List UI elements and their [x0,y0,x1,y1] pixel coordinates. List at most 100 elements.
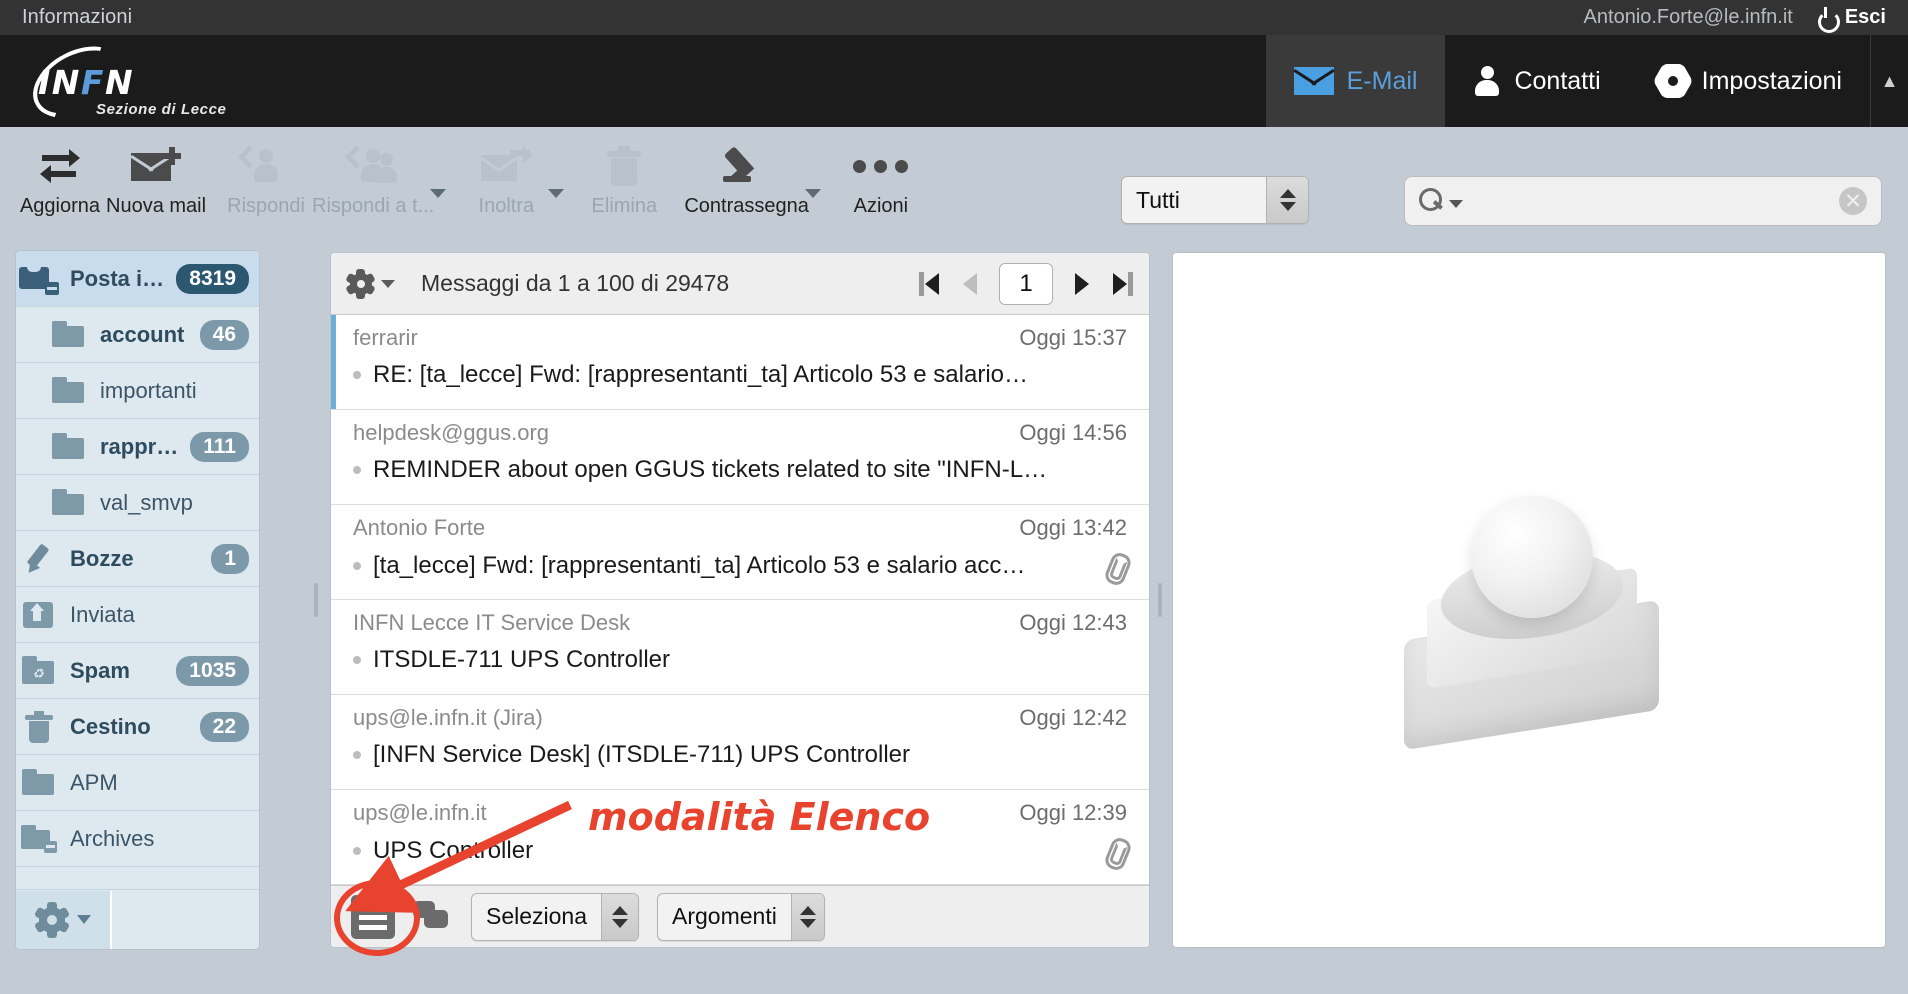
tab-email[interactable]: E-Mail [1265,35,1446,127]
mark-button[interactable]: Contrassegna [684,133,809,219]
reply-all-caret-icon[interactable] [430,189,447,198]
message-sender: ups@le.infn.it [353,800,487,825]
message-meta: Antonio Forte Oggi 13:42 [353,515,1127,541]
last-page-button[interactable] [1111,271,1133,296]
folder-badge: 1 [211,543,249,574]
folder-badge: 1035 [176,655,249,686]
message-list: Messaggi da 1 a 100 di 29478 ferrarir Og… [330,252,1150,948]
chevron-up-icon[interactable]: ▲ [1870,35,1908,127]
message-subject: [INFN Service Desk] (ITSDLE-711) UPS Con… [373,741,911,768]
sidebar-splitter[interactable] [308,560,324,640]
message-list-header: Messaggi da 1 a 100 di 29478 [331,253,1149,315]
message-preview-pane[interactable] [1172,252,1886,948]
filter-select-value: Tutti [1136,186,1180,213]
folder-label: APM [70,769,118,795]
actions-label: Azioni [853,194,909,217]
message-subject-line: RE: [ta_lecce] Fwd: [rappresentanti_ta] … [353,361,1127,389]
logout-button[interactable]: Esci [1817,6,1886,33]
table-row[interactable]: ups@le.infn.it (Jira) Oggi 12:42 [INFN S… [331,695,1149,790]
info-link[interactable]: Informazioni [22,6,132,29]
list-view-icon[interactable] [351,894,395,939]
reply-label: Rispondi [227,194,305,217]
sidebar-footer [16,889,259,949]
mark-caret-icon[interactable] [804,189,821,198]
sidebar-item-apm[interactable]: APM [16,755,259,811]
table-row[interactable]: helpdesk@ggus.org Oggi 14:56 REMINDER ab… [331,410,1149,505]
search-input[interactable] [1463,188,1839,214]
sidebar-item-trash[interactable]: Cestino 22 [16,699,259,755]
search-box[interactable]: ✕ [1404,176,1882,226]
clear-search-icon[interactable]: ✕ [1839,187,1867,215]
power-icon [1817,6,1840,33]
first-page-button[interactable] [919,271,941,296]
new-mail-button[interactable]: Nuova mail [106,133,206,219]
table-row[interactable]: ferrarir Oggi 15:37 RE: [ta_lecce] Fwd: … [331,315,1149,410]
logo-text: INFN [38,63,135,102]
unread-dot-icon[interactable] [353,656,361,664]
unread-dot-icon[interactable] [353,466,361,474]
drafts-pencil-icon [16,542,62,577]
inbox-icon [16,262,62,295]
sidebar-item-sent[interactable]: Inviata [16,587,259,643]
message-subject-line: REMINDER about open GGUS tickets related… [353,456,1127,484]
table-row[interactable]: ups@le.infn.it Oggi 12:39 UPS Controller [331,790,1149,885]
message-subject: UPS Controller [373,837,534,864]
folder-badge: 8319 [176,263,249,294]
select-dropdown-value: Seleziona [486,903,588,929]
archive-icon [16,824,62,853]
pagination [919,262,1133,305]
refresh-button[interactable]: Aggiorna [14,133,106,219]
reply-all-button[interactable]: Rispondi a t... [312,133,434,219]
message-sender: helpdesk@ggus.org [353,420,550,445]
prev-page-button[interactable] [963,272,977,295]
ellipsis-icon [853,145,909,189]
unread-dot-icon[interactable] [353,751,361,759]
sidebar-item-account[interactable]: account 46 [16,307,259,363]
sidebar-item-rappresentanti[interactable]: rappres... 111 [16,419,259,475]
message-list-options-button[interactable] [345,268,395,299]
select-stepper-icon[interactable] [601,893,638,940]
unread-dot-icon[interactable] [353,371,361,379]
delete-button[interactable]: Elimina [578,133,670,219]
preview-placeholder-image [1379,460,1679,751]
folder-label: Spam [70,657,130,683]
tab-contacts[interactable]: Contatti [1445,35,1628,127]
sidebar-item-importanti[interactable]: importanti [16,363,259,419]
unread-dot-icon[interactable] [353,562,361,570]
search-scope-caret-icon[interactable] [1449,200,1463,208]
folder-icon [46,320,92,349]
sidebar-item-drafts[interactable]: Bozze 1 [16,531,259,587]
folder-icon [46,432,92,461]
threads-stepper-icon[interactable] [790,893,824,940]
select-dropdown[interactable]: Seleziona [471,892,639,941]
brand-logo: INFN Sezione di Lecce [18,32,278,132]
gear-icon [345,268,376,299]
table-row[interactable]: Antonio Forte Oggi 13:42 [ta_lecce] Fwd:… [331,505,1149,600]
trash-icon [607,145,642,189]
sidebar-item-val-smvp[interactable]: val_smvp [16,475,259,531]
list-preview-splitter[interactable] [1152,560,1168,640]
forward-button[interactable]: Inoltra [460,133,552,219]
actions-button[interactable]: Azioni [835,133,927,219]
logo-subtitle: Sezione di Lecce [96,101,227,118]
reply-button[interactable]: Rispondi [220,133,312,219]
person-icon [1473,66,1501,96]
tab-settings[interactable]: Impostazioni [1629,35,1870,127]
threads-dropdown-value: Argomenti [672,903,777,929]
folder-settings-button[interactable] [16,890,112,949]
unread-dot-icon[interactable] [353,847,361,855]
thread-view-icon[interactable] [413,897,453,937]
threads-dropdown[interactable]: Argomenti [657,892,825,941]
sidebar-item-archives[interactable]: Archives [16,811,259,867]
table-row[interactable]: INFN Lecce IT Service Desk Oggi 12:43 IT… [331,600,1149,695]
next-page-button[interactable] [1075,272,1089,295]
sidebar-item-inbox[interactable]: Posta in ar... 8319 [16,251,259,307]
forward-caret-icon[interactable] [548,189,565,198]
reply-all-icon [344,145,398,189]
folder-label: Archives [70,825,155,851]
filter-stepper-icon[interactable] [1266,177,1308,223]
folder-badge: 22 [199,711,249,742]
sidebar-item-spam[interactable]: ♻ Spam 1035 [16,643,259,699]
filter-select[interactable]: Tutti [1121,176,1309,224]
page-number-input[interactable] [999,262,1053,305]
